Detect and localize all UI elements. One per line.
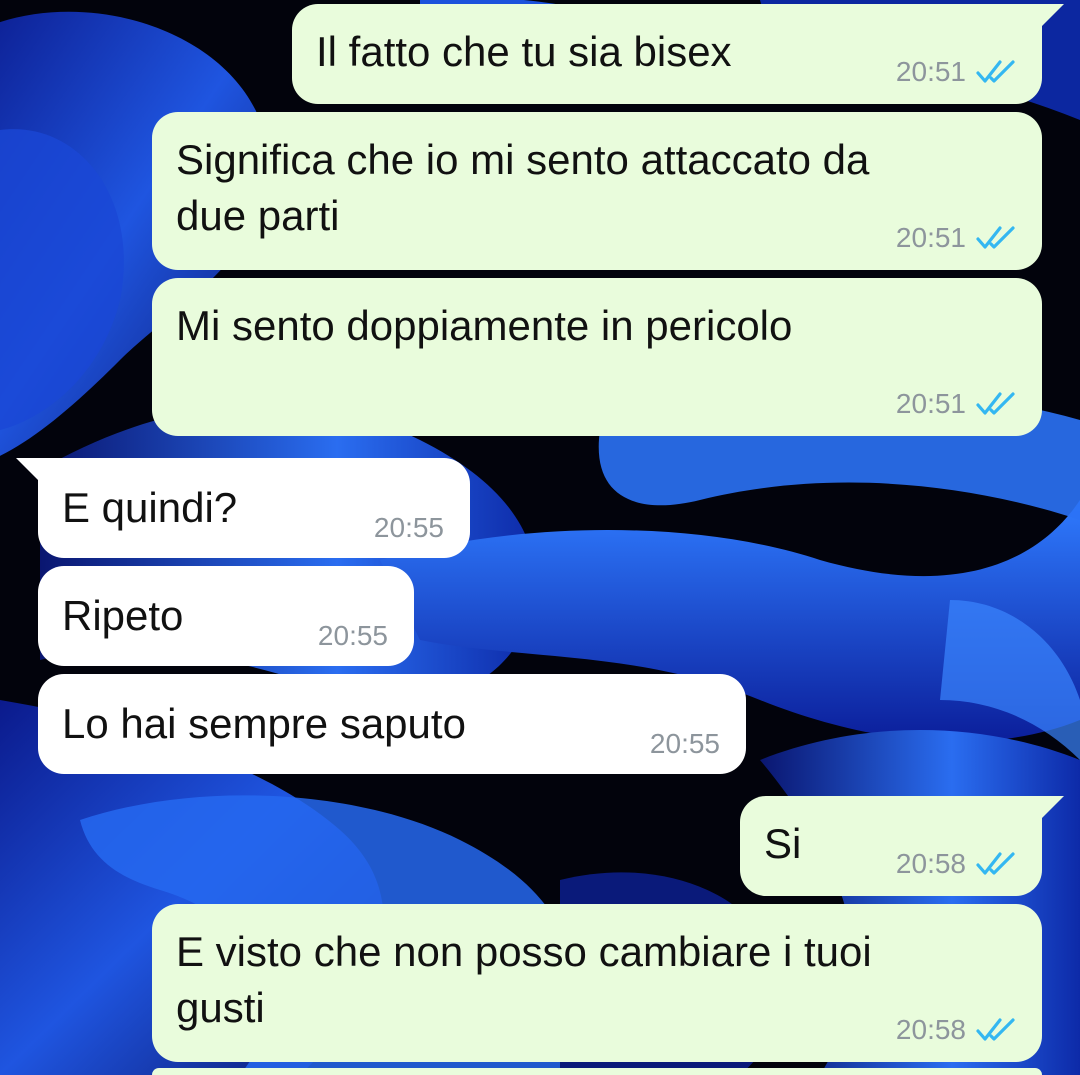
message-timestamp: 20:51: [895, 56, 966, 87]
message-timestamp: 20:55: [317, 620, 388, 651]
message-bubble-outgoing[interactable]: Mi sento doppiamente in pericolo 20:51: [152, 278, 1042, 436]
message-text: Il fatto che tu sia bisex: [316, 28, 732, 75]
message-bubble-incoming[interactable]: Ripeto 20:55: [38, 566, 414, 666]
message-text: Ripeto: [62, 592, 184, 639]
read-double-check-icon: [976, 851, 1018, 877]
message-timestamp: 20:55: [373, 512, 444, 543]
message-meta: 20:55: [650, 728, 720, 760]
message-meta: 20:55: [374, 512, 444, 544]
message-bubble-incoming[interactable]: Lo hai sempre saputo 20:55: [38, 674, 746, 774]
message-bubble-outgoing[interactable]: E visto che non posso cambiare i tuoi gu…: [152, 904, 1042, 1062]
message-meta: 20:55: [318, 620, 388, 652]
read-double-check-icon: [976, 59, 1018, 85]
message-bubble-outgoing-partial[interactable]: [152, 1068, 1042, 1075]
message-text: Lo hai sempre saputo: [62, 700, 466, 747]
message-bubble-outgoing[interactable]: Significa che io mi sento attaccato da d…: [152, 112, 1042, 270]
message-text: Si: [764, 820, 802, 867]
message-bubble-incoming[interactable]: E quindi? 20:55: [16, 458, 470, 558]
message-text: E visto che non posso cambiare i tuoi gu…: [176, 928, 872, 1031]
message-meta: 20:51: [896, 222, 1018, 254]
read-double-check-icon: [976, 1017, 1018, 1043]
message-bubble-outgoing[interactable]: Il fatto che tu sia bisex 20:51: [292, 4, 1064, 104]
message-meta: 20:51: [896, 388, 1018, 420]
read-double-check-icon: [976, 391, 1018, 417]
message-meta: 20:58: [896, 848, 1018, 880]
message-meta: 20:51: [896, 56, 1018, 88]
message-timestamp: 20:55: [649, 728, 720, 759]
message-timestamp: 20:51: [895, 388, 966, 419]
message-text: Significa che io mi sento attaccato da d…: [176, 136, 870, 239]
message-text: Mi sento doppiamente in pericolo: [176, 302, 793, 349]
message-meta: 20:58: [896, 1014, 1018, 1046]
message-bubble-outgoing[interactable]: Si 20:58: [740, 796, 1064, 896]
message-timestamp: 20:58: [895, 1014, 966, 1045]
message-timestamp: 20:51: [895, 222, 966, 253]
message-timestamp: 20:58: [895, 848, 966, 879]
read-double-check-icon: [976, 225, 1018, 251]
message-text: E quindi?: [62, 484, 238, 531]
